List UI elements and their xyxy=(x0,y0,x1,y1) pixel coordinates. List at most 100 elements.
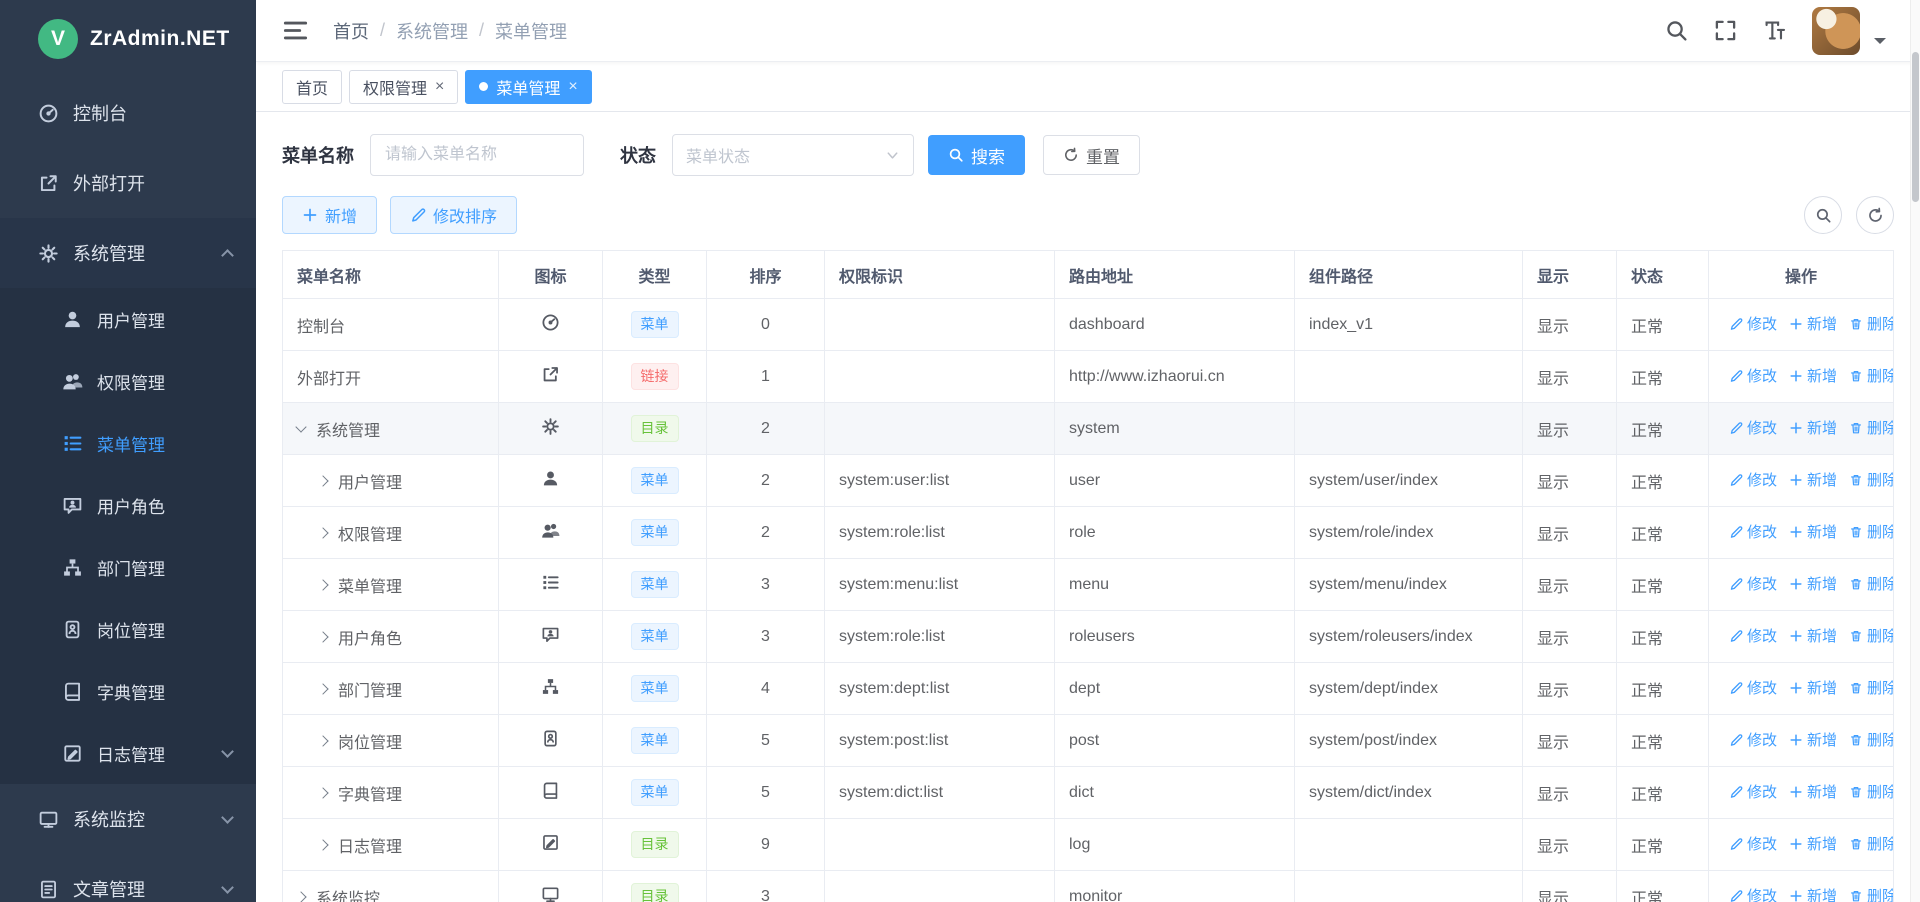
delete-link[interactable]: 删除 xyxy=(1849,521,1893,542)
breadcrumb: 首页/系统管理/菜单管理 xyxy=(333,18,567,44)
close-icon[interactable]: × xyxy=(568,79,577,95)
tab-home[interactable]: 首页 xyxy=(282,70,342,104)
scrollbar-thumb[interactable] xyxy=(1912,52,1919,202)
chevron-up-icon xyxy=(221,249,234,262)
plus-icon xyxy=(1789,889,1803,902)
collapse-menu-icon[interactable] xyxy=(282,17,309,44)
delete-link[interactable]: 删除 xyxy=(1849,625,1893,646)
table-row: 用户角色菜单3system:role:listroleuserssystem/r… xyxy=(283,611,1894,663)
delete-link[interactable]: 删除 xyxy=(1849,781,1893,802)
edit-icon xyxy=(1729,369,1743,383)
tree-caret-icon[interactable] xyxy=(317,787,328,798)
edit-link[interactable]: 修改 xyxy=(1729,521,1777,542)
badge-icon xyxy=(62,619,83,640)
delete-link[interactable]: 删除 xyxy=(1849,677,1893,698)
cell-icon xyxy=(499,663,603,715)
reset-button[interactable]: 重置 xyxy=(1043,135,1140,175)
edit-link[interactable]: 修改 xyxy=(1729,729,1777,750)
refresh-table-button[interactable] xyxy=(1856,196,1894,234)
cell-order: 2 xyxy=(707,455,825,507)
add-link[interactable]: 新增 xyxy=(1789,781,1837,802)
close-icon[interactable]: × xyxy=(435,79,444,95)
breadcrumb-item[interactable]: 系统管理 xyxy=(396,18,468,44)
tree-caret-icon[interactable] xyxy=(317,475,328,486)
sidebar-item-external[interactable]: 外部打开 xyxy=(0,148,256,218)
breadcrumb-item[interactable]: 首页 xyxy=(333,18,369,44)
tree-caret-icon[interactable] xyxy=(317,839,328,850)
user-avatar[interactable] xyxy=(1812,7,1860,55)
delete-link[interactable]: 删除 xyxy=(1849,885,1893,902)
sidebar-item-dashboard[interactable]: 控制台 xyxy=(0,78,256,148)
scrollbar[interactable] xyxy=(1910,0,1920,902)
tree-caret-icon[interactable] xyxy=(317,527,328,538)
add-link[interactable]: 新增 xyxy=(1789,677,1837,698)
search-button[interactable]: 搜索 xyxy=(928,135,1025,175)
cell-perm: system:dept:list xyxy=(825,663,1055,715)
add-link[interactable]: 新增 xyxy=(1789,365,1837,386)
edit-link[interactable]: 修改 xyxy=(1729,625,1777,646)
add-link[interactable]: 新增 xyxy=(1789,833,1837,854)
fullscreen-icon[interactable] xyxy=(1714,19,1737,42)
sidebar-item-role[interactable]: 权限管理 xyxy=(0,350,256,412)
toolbar: 新增 修改排序 xyxy=(282,196,1894,234)
tree-caret-icon[interactable] xyxy=(295,891,306,902)
column-header: 菜单名称 xyxy=(283,251,499,299)
edit-link[interactable]: 修改 xyxy=(1729,469,1777,490)
menu-name-input[interactable] xyxy=(370,134,584,176)
delete-link[interactable]: 删除 xyxy=(1849,365,1893,386)
delete-link[interactable]: 删除 xyxy=(1849,573,1893,594)
users-icon xyxy=(62,371,83,392)
tree-caret-icon[interactable] xyxy=(317,683,328,694)
tree-caret-icon[interactable] xyxy=(295,421,306,432)
sidebar-item-article[interactable]: 文章管理 xyxy=(0,854,256,902)
tree-caret-icon[interactable] xyxy=(317,631,328,642)
delete-link[interactable]: 删除 xyxy=(1849,313,1893,334)
edit-link[interactable]: 修改 xyxy=(1729,677,1777,698)
add-link[interactable]: 新增 xyxy=(1789,573,1837,594)
toggle-search-button[interactable] xyxy=(1804,196,1842,234)
add-link[interactable]: 新增 xyxy=(1789,625,1837,646)
sidebar-item-system[interactable]: 系统管理 xyxy=(0,218,256,288)
avatar-dropdown-caret[interactable] xyxy=(1874,38,1886,50)
tab-role[interactable]: 权限管理× xyxy=(349,70,458,104)
delete-link[interactable]: 删除 xyxy=(1849,729,1893,750)
cell-type: 菜单 xyxy=(603,507,707,559)
cell-icon xyxy=(499,351,603,403)
sidebar-item-menu[interactable]: 菜单管理 xyxy=(0,412,256,474)
edit-link[interactable]: 修改 xyxy=(1729,313,1777,334)
status-select[interactable]: 菜单状态 xyxy=(672,134,914,176)
edit-icon xyxy=(1729,889,1743,902)
sidebar-item-monitor[interactable]: 系统监控 xyxy=(0,784,256,854)
edit-link[interactable]: 修改 xyxy=(1729,781,1777,802)
edit-link[interactable]: 修改 xyxy=(1729,365,1777,386)
font-size-icon[interactable] xyxy=(1763,19,1786,42)
add-link[interactable]: 新增 xyxy=(1789,521,1837,542)
sidebar-item-dept[interactable]: 部门管理 xyxy=(0,536,256,598)
sidebar-item-post[interactable]: 岗位管理 xyxy=(0,598,256,660)
add-link[interactable]: 新增 xyxy=(1789,729,1837,750)
add-link[interactable]: 新增 xyxy=(1789,417,1837,438)
sidebar-item-log[interactable]: 日志管理 xyxy=(0,722,256,784)
add-button[interactable]: 新增 xyxy=(282,196,377,234)
cell-ops: 修改新增删除 xyxy=(1709,455,1894,507)
edit-link[interactable]: 修改 xyxy=(1729,885,1777,902)
delete-link[interactable]: 删除 xyxy=(1849,833,1893,854)
cell-type: 菜单 xyxy=(603,663,707,715)
edit-link[interactable]: 修改 xyxy=(1729,417,1777,438)
edit-icon xyxy=(1729,837,1743,851)
search-icon[interactable] xyxy=(1665,19,1688,42)
delete-link[interactable]: 删除 xyxy=(1849,469,1893,490)
sidebar-item-user[interactable]: 用户管理 xyxy=(0,288,256,350)
tab-menu[interactable]: 菜单管理× xyxy=(465,70,591,104)
add-link[interactable]: 新增 xyxy=(1789,885,1837,902)
tree-caret-icon[interactable] xyxy=(317,735,328,746)
add-link[interactable]: 新增 xyxy=(1789,313,1837,334)
sidebar-item-dict[interactable]: 字典管理 xyxy=(0,660,256,722)
edit-link[interactable]: 修改 xyxy=(1729,573,1777,594)
tree-caret-icon[interactable] xyxy=(317,579,328,590)
sidebar-item-roleusers[interactable]: 用户角色 xyxy=(0,474,256,536)
add-link[interactable]: 新增 xyxy=(1789,469,1837,490)
delete-link[interactable]: 删除 xyxy=(1849,417,1893,438)
edit-link[interactable]: 修改 xyxy=(1729,833,1777,854)
sort-button[interactable]: 修改排序 xyxy=(390,196,517,234)
